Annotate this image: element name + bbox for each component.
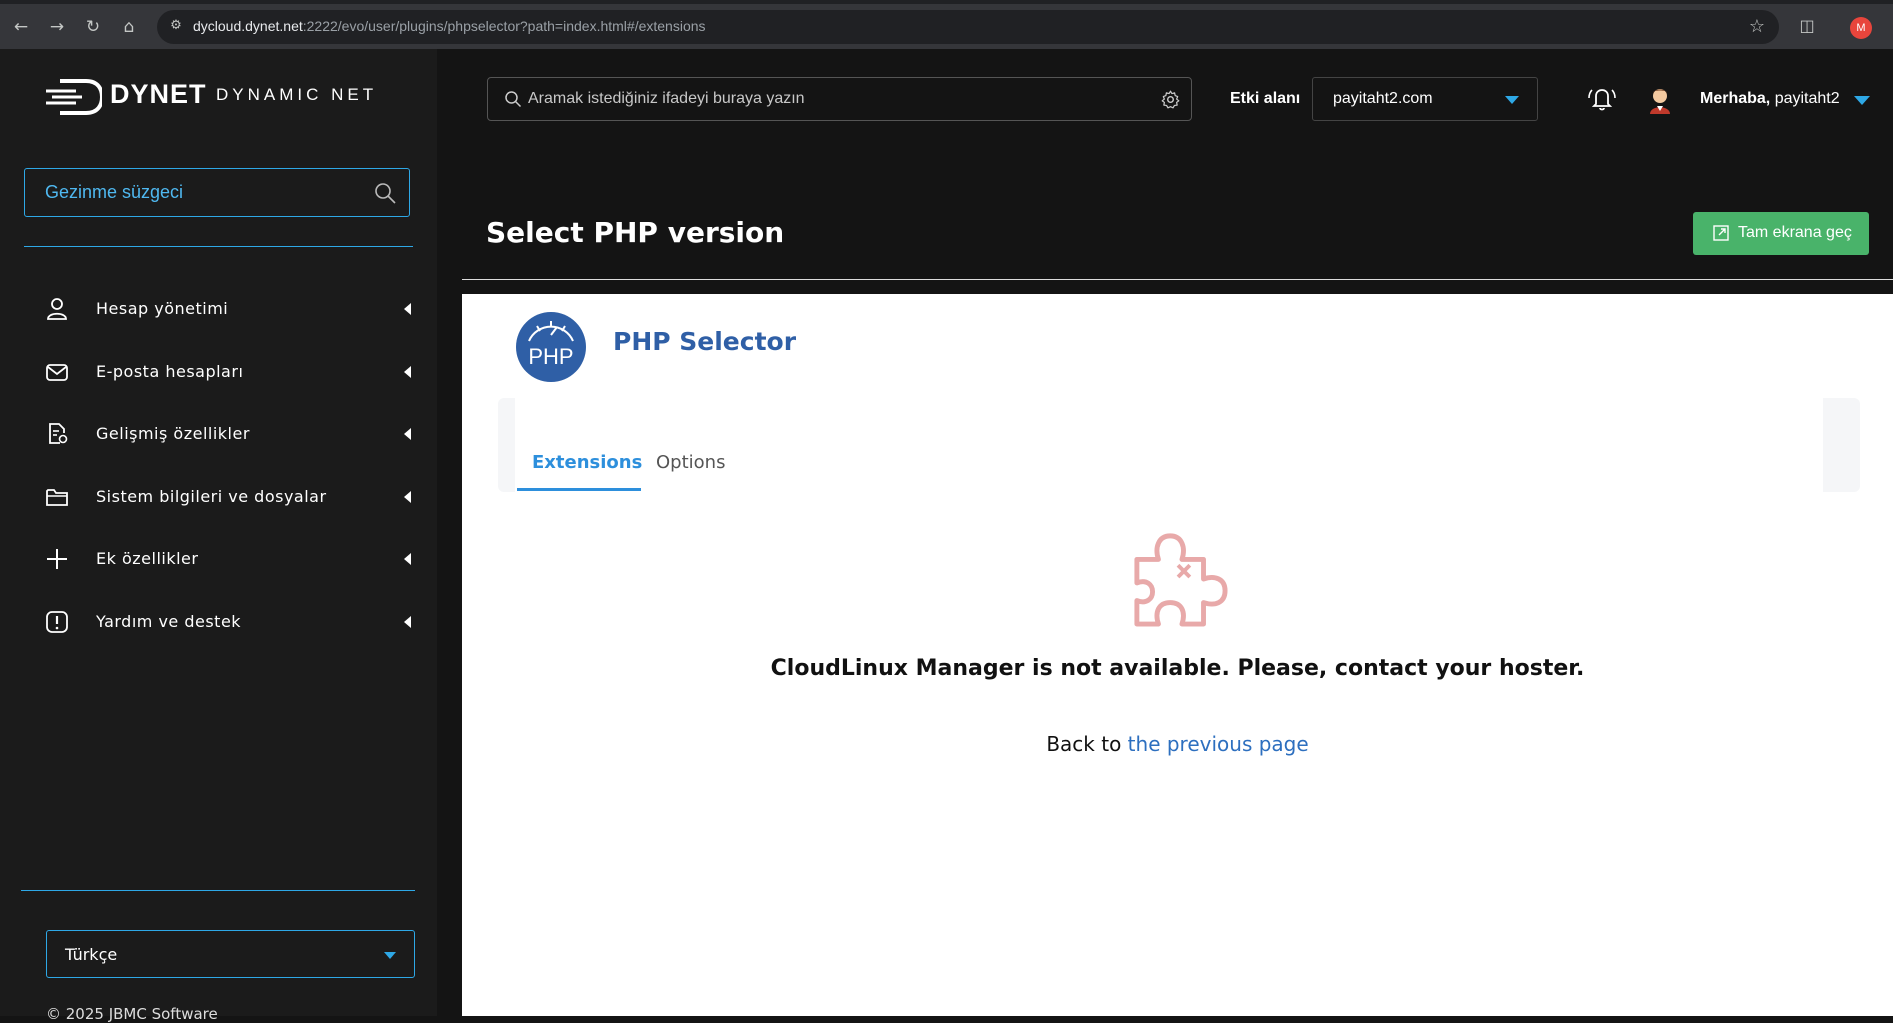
site-settings-icon[interactable]: ⚙ xyxy=(167,17,185,35)
sidebar-item-extras[interactable]: Ek özellikler xyxy=(0,527,437,590)
home-icon[interactable]: ⌂ xyxy=(118,16,140,38)
php-logo-icon: PHP xyxy=(516,312,586,382)
navigation-filter[interactable] xyxy=(24,168,410,217)
plugin-content: PHP PHP Selector Extensions Options Clou… xyxy=(462,294,1893,1016)
user-greeting[interactable]: Merhaba, payitaht2 xyxy=(1700,90,1840,108)
extensions-icon[interactable]: ◫ xyxy=(1796,16,1818,38)
sidebar-item-label: Ek özellikler xyxy=(96,549,199,568)
global-search[interactable] xyxy=(487,77,1192,121)
active-tab-indicator xyxy=(517,488,641,491)
reload-icon[interactable]: ↻ xyxy=(82,16,104,38)
forward-arrow-icon[interactable]: → xyxy=(46,16,68,38)
url-host: dycloud.dynet.net xyxy=(193,18,303,34)
broken-puzzle-icon xyxy=(1134,533,1228,627)
plus-icon xyxy=(47,549,67,569)
alert-icon xyxy=(46,610,68,633)
sidebar-item-advanced[interactable]: Gelişmiş özellikler xyxy=(0,402,437,465)
greeting-label: Merhaba, xyxy=(1700,90,1771,107)
sidebar-divider xyxy=(24,246,413,247)
sidebar: DYNET DYNAMIC NET Hesap yönetimi E-posta… xyxy=(0,49,437,1023)
fullscreen-button[interactable]: Tam ekrana geç xyxy=(1693,212,1869,255)
search-icon[interactable] xyxy=(373,181,397,205)
sidebar-item-system[interactable]: Sistem bilgileri ve dosyalar xyxy=(0,465,437,528)
sidebar-item-label: E-posta hesapları xyxy=(96,361,244,381)
header-divider xyxy=(462,279,1893,280)
navigation-filter-input[interactable] xyxy=(43,181,347,204)
tabs-panel xyxy=(498,398,1860,492)
expand-icon xyxy=(1713,225,1729,241)
sidebar-item-account[interactable]: Hesap yönetimi xyxy=(0,277,437,340)
mail-icon xyxy=(46,363,68,381)
tab-extensions[interactable]: Extensions xyxy=(532,452,642,473)
search-icon xyxy=(505,91,522,108)
domain-label: Etki alanı xyxy=(1230,90,1301,107)
sidebar-item-label: Gelişmiş özellikler xyxy=(96,424,250,443)
page-title: Select PHP version xyxy=(486,216,785,249)
logo-text: DYNET xyxy=(110,79,207,109)
fullscreen-label: Tam ekrana geç xyxy=(1738,224,1852,241)
chevron-down-icon xyxy=(1505,96,1519,104)
language-select[interactable]: Türkçe xyxy=(46,930,415,978)
sidebar-item-help[interactable]: Yardım ve destek xyxy=(0,590,437,653)
php-logo-text: PHP xyxy=(528,344,573,369)
sidebar-menu: Hesap yönetimi E-posta hesapları Gelişmi… xyxy=(0,277,437,652)
sidebar-item-email[interactable]: E-posta hesapları xyxy=(0,340,437,403)
username: payitaht2 xyxy=(1774,90,1840,107)
bell-icon[interactable] xyxy=(1586,82,1618,114)
caret-left-icon xyxy=(404,428,411,440)
plugin-title: PHP Selector xyxy=(613,327,797,356)
user-icon xyxy=(47,298,67,320)
back-line: Back to the previous page xyxy=(462,732,1893,756)
url-path: :2222/evo/user/plugins/phpselector?path=… xyxy=(302,18,706,34)
folder-icon xyxy=(46,488,68,506)
browser-toolbar: ← → ↻ ⌂ ⚙ dycloud.dynet.net:2222/evo/use… xyxy=(0,0,1893,49)
logo-subtext: DYNAMIC NET xyxy=(216,85,378,104)
chevron-down-icon xyxy=(384,952,396,959)
gear-icon[interactable] xyxy=(1160,89,1181,110)
back-prefix: Back to xyxy=(1046,732,1122,756)
avatar[interactable] xyxy=(1645,84,1675,114)
global-search-input[interactable] xyxy=(526,89,1130,109)
profile-avatar[interactable]: M xyxy=(1850,17,1872,39)
tab-options[interactable]: Options xyxy=(656,452,725,473)
caret-left-icon xyxy=(404,490,411,503)
address-bar[interactable]: ⚙ dycloud.dynet.net:2222/evo/user/plugin… xyxy=(157,10,1779,44)
language-value: Türkçe xyxy=(65,945,118,964)
previous-page-link[interactable]: the previous page xyxy=(1128,732,1309,756)
caret-left-icon xyxy=(404,365,411,378)
brand-logo[interactable]: DYNET DYNAMIC NET xyxy=(46,71,386,121)
dynet-logo-icon xyxy=(46,79,102,115)
url-text[interactable]: dycloud.dynet.net:2222/evo/user/plugins/… xyxy=(193,18,706,34)
bookmark-star-icon[interactable]: ☆ xyxy=(1749,16,1765,37)
copyright-text: © 2025 JBMC Software xyxy=(46,1005,218,1023)
sidebar-item-label: Hesap yönetimi xyxy=(96,299,229,318)
domain-select[interactable]: payitaht2.com xyxy=(1312,77,1538,121)
sidebar-item-label: Yardım ve destek xyxy=(96,611,242,631)
back-arrow-icon[interactable]: ← xyxy=(10,16,32,38)
caret-left-icon xyxy=(404,615,411,628)
sidebar-item-label: Sistem bilgileri ve dosyalar xyxy=(96,486,327,506)
caret-left-icon xyxy=(404,303,411,315)
caret-left-icon xyxy=(404,553,411,565)
domain-value: payitaht2.com xyxy=(1333,90,1433,107)
chevron-down-icon[interactable] xyxy=(1854,96,1870,105)
error-message: CloudLinux Manager is not available. Ple… xyxy=(770,656,1585,681)
sidebar-divider xyxy=(21,890,415,891)
advanced-doc-icon xyxy=(49,423,68,444)
